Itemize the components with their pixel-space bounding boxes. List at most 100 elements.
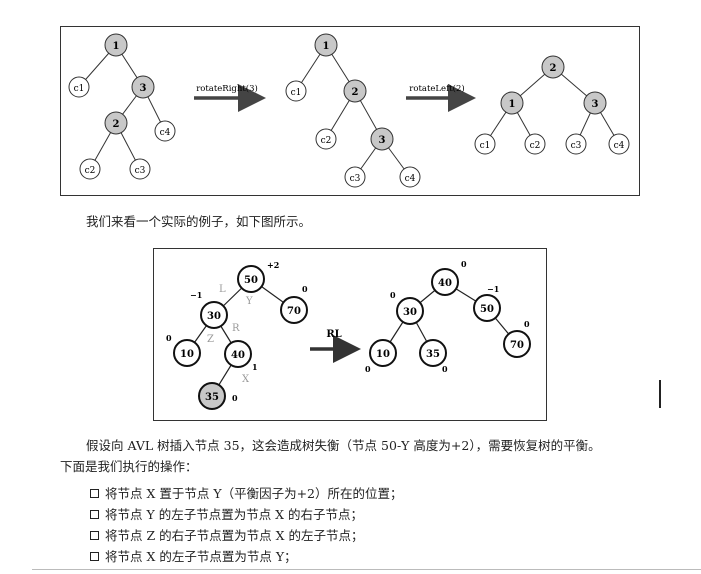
tree2-leaf-c4: c4 bbox=[399, 166, 421, 188]
label-Y: Y bbox=[245, 296, 253, 307]
text-cursor bbox=[659, 380, 661, 408]
list-item-text: 将节点 Z 的右子节点置为节点 X 的左子节点； bbox=[105, 528, 364, 543]
tree2-node-1: 1 bbox=[314, 33, 338, 57]
checkbox-bullet-icon bbox=[90, 552, 99, 561]
left-node-10: 10 bbox=[173, 339, 201, 367]
tree1-node-3: 3 bbox=[131, 75, 155, 99]
right-bf-30: 0 bbox=[390, 290, 396, 300]
rl-label: RL bbox=[326, 329, 341, 340]
right-bf-35: 0 bbox=[442, 364, 448, 374]
right-bf-10: 0 bbox=[365, 364, 371, 374]
paragraph-line-2: 下面是我们执行的操作： bbox=[60, 459, 198, 474]
left-node-40: 40 bbox=[224, 340, 252, 368]
tree2-node-3: 3 bbox=[370, 127, 394, 151]
right-node-70: 70 bbox=[503, 330, 531, 358]
tree1-node-1: 1 bbox=[104, 33, 128, 57]
tree3-leaf-c1: c1 bbox=[474, 133, 496, 155]
checkbox-bullet-icon bbox=[90, 510, 99, 519]
list-item-text: 将节点 X 置于节点 Y（平衡因子为+2）所在的位置； bbox=[105, 486, 403, 501]
list-item: 将节点 X 的左子节点置为节点 Y； bbox=[90, 546, 403, 567]
intro-sentence: 我们来看一个实际的例子，如下图所示。 bbox=[86, 214, 312, 229]
svg-text:c1: c1 bbox=[291, 88, 302, 98]
svg-text:c3: c3 bbox=[571, 141, 582, 151]
left-bf-50: +2 bbox=[267, 260, 279, 270]
tree3-node-3: 3 bbox=[583, 91, 607, 115]
svg-text:c2: c2 bbox=[85, 166, 96, 176]
right-node-10: 10 bbox=[369, 339, 397, 367]
svg-text:c4: c4 bbox=[160, 128, 171, 138]
svg-text:3: 3 bbox=[379, 135, 386, 146]
right-node-30: 30 bbox=[396, 297, 424, 325]
right-bf-50: −1 bbox=[487, 284, 499, 294]
left-bf-40: 1 bbox=[252, 362, 258, 372]
label-Z: Z bbox=[207, 334, 214, 345]
rotation-diagram: rotateRight(3) rotateLeft(2) 1 c1 3 2 c4… bbox=[60, 26, 640, 196]
svg-text:c1: c1 bbox=[74, 84, 85, 94]
operations-list: 将节点 X 置于节点 Y（平衡因子为+2）所在的位置； 将节点 Y 的左子节点置… bbox=[90, 483, 403, 567]
left-node-50: 50 bbox=[237, 265, 265, 293]
svg-text:2: 2 bbox=[113, 119, 120, 130]
svg-text:1: 1 bbox=[323, 41, 330, 52]
tree3-node-2: 2 bbox=[541, 55, 565, 79]
svg-text:30: 30 bbox=[207, 311, 221, 322]
svg-text:c2: c2 bbox=[530, 141, 541, 151]
right-bf-40: 0 bbox=[461, 259, 467, 269]
svg-text:1: 1 bbox=[509, 99, 516, 110]
checkbox-bullet-icon bbox=[90, 489, 99, 498]
tree1-node-2: 2 bbox=[104, 111, 128, 135]
tree1-leaf-c3: c3 bbox=[129, 158, 151, 180]
svg-text:c3: c3 bbox=[135, 166, 146, 176]
svg-text:1: 1 bbox=[113, 41, 120, 52]
tree2-leaf-c2: c2 bbox=[315, 128, 337, 150]
right-node-35: 35 bbox=[419, 339, 447, 367]
svg-text:2: 2 bbox=[550, 63, 557, 74]
tree2-leaf-c3: c3 bbox=[344, 166, 366, 188]
svg-text:10: 10 bbox=[180, 349, 194, 360]
left-bf-30: −1 bbox=[190, 290, 202, 300]
svg-text:c4: c4 bbox=[614, 141, 625, 151]
svg-text:c4: c4 bbox=[405, 174, 416, 184]
right-node-50: 50 bbox=[473, 294, 501, 322]
page-bottom-rule bbox=[32, 569, 701, 570]
svg-text:40: 40 bbox=[231, 350, 245, 361]
svg-text:c1: c1 bbox=[480, 141, 491, 151]
rotate-left-label: rotateLeft(2) bbox=[409, 83, 464, 94]
label-R: R bbox=[232, 323, 240, 334]
left-node-70: 70 bbox=[280, 296, 308, 324]
left-node-30: 30 bbox=[200, 301, 228, 329]
svg-text:50: 50 bbox=[244, 275, 258, 286]
list-item: 将节点 Y 的左子节点置为节点 X 的右子节点； bbox=[90, 504, 403, 525]
label-L: L bbox=[219, 284, 226, 295]
svg-text:35: 35 bbox=[205, 392, 219, 403]
left-bf-10: 0 bbox=[166, 333, 172, 343]
left-bf-35: 0 bbox=[232, 393, 238, 403]
svg-text:3: 3 bbox=[592, 99, 599, 110]
list-item: 将节点 X 置于节点 Y（平衡因子为+2）所在的位置； bbox=[90, 483, 403, 504]
svg-text:c2: c2 bbox=[321, 136, 332, 146]
svg-text:3: 3 bbox=[140, 83, 147, 94]
svg-text:2: 2 bbox=[352, 87, 359, 98]
svg-text:70: 70 bbox=[510, 340, 524, 351]
avl-rl-example-diagram: 50 70 30 10 40 35 +2 0 −1 0 1 0 L Y R Z … bbox=[153, 248, 547, 421]
right-node-40: 40 bbox=[431, 268, 459, 296]
tree1-leaf-c1: c1 bbox=[68, 76, 90, 98]
tree3-node-1: 1 bbox=[500, 91, 524, 115]
tree2-node-2: 2 bbox=[343, 79, 367, 103]
tree3-leaf-c2: c2 bbox=[524, 133, 546, 155]
svg-text:70: 70 bbox=[287, 306, 301, 317]
tree3-leaf-c3: c3 bbox=[565, 133, 587, 155]
tree1-leaf-c4: c4 bbox=[154, 120, 176, 142]
list-item-text: 将节点 X 的左子节点置为节点 Y； bbox=[105, 549, 297, 564]
list-item: 将节点 Z 的右子节点置为节点 X 的左子节点； bbox=[90, 525, 403, 546]
left-node-35: 35 bbox=[198, 382, 226, 410]
label-X: X bbox=[242, 374, 250, 385]
svg-text:40: 40 bbox=[438, 278, 452, 289]
svg-text:50: 50 bbox=[480, 304, 494, 315]
right-bf-70: 0 bbox=[524, 319, 530, 329]
tree2-leaf-c1: c1 bbox=[285, 80, 307, 102]
list-item-text: 将节点 Y 的左子节点置为节点 X 的右子节点； bbox=[105, 507, 364, 522]
rotate-right-label: rotateRight(3) bbox=[196, 83, 258, 94]
left-bf-70: 0 bbox=[302, 284, 308, 294]
paragraph-line-1: 假设向 AVL 树插入节点 35，这会造成树失衡（节点 50-Y 高度为+2），… bbox=[86, 438, 601, 453]
svg-text:30: 30 bbox=[403, 307, 417, 318]
